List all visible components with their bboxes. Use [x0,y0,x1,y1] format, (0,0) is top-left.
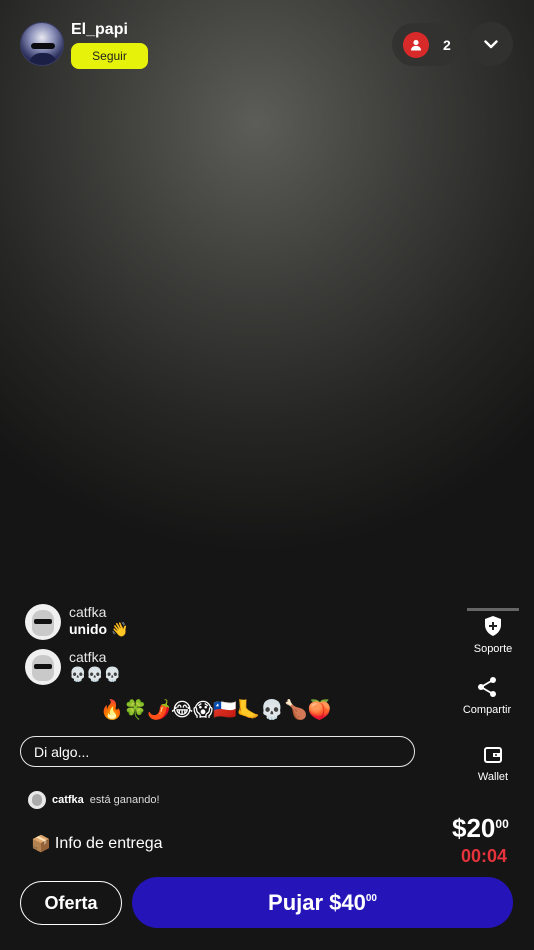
chat-avatar[interactable] [25,649,61,685]
offer-button[interactable]: Oferta [20,881,122,925]
price-cents: 00 [495,817,509,831]
viewer-count: 2 [443,36,451,53]
chat-text: 💀💀💀 [69,666,122,682]
chat-username[interactable]: catfka [69,649,121,665]
package-icon: 📦 [31,834,51,853]
share-label: Compartir [462,704,512,716]
winning-bidder: catfka está ganando! [28,791,160,809]
viewers-pill[interactable]: 2 [392,23,460,66]
divider [467,608,519,611]
chat-message: catfka unido 👋 [25,604,128,640]
follow-button[interactable]: Seguir [71,43,148,69]
auction-timer: 00:04 [461,846,508,866]
winner-avatar [28,791,46,809]
chat-avatar[interactable] [25,604,61,640]
chat-text: unido 👋 [69,621,129,637]
avatar-shades [31,43,55,49]
wallet-icon [484,747,502,763]
chat-input[interactable] [20,736,415,767]
wallet-button[interactable]: Wallet [461,745,525,783]
bid-label: Pujar $40 [268,889,366,915]
collapse-button[interactable] [469,22,513,66]
delivery-info-label: Info de entrega [54,834,163,852]
share-icon [478,677,496,697]
chat-username[interactable]: catfka [69,604,128,620]
chevron-down-icon [484,39,498,48]
viewer-user-icon [403,31,429,58]
price-main: $20 [452,813,496,843]
support-button[interactable]: Soporte [461,608,525,655]
host-name[interactable]: El_papi [71,21,128,39]
wallet-label: Wallet [477,771,509,783]
support-label: Soporte [473,643,513,655]
delivery-info-link[interactable]: 📦 Info de entrega [31,834,163,853]
current-price: $20 00 [452,813,509,844]
share-button[interactable]: Compartir [455,676,519,716]
avatar-body [29,53,57,65]
chat-message: catfka 💀💀💀 [25,649,121,685]
bid-cents: 00 [365,893,377,904]
winner-status: está ganando! [89,794,160,806]
bid-button[interactable]: Pujar $40 00 [132,877,513,928]
reaction-emoji-bar[interactable]: 🔥🍀🌶️😂😱🇨🇱🦶💀🍗🍑 [100,698,331,721]
host-avatar[interactable] [20,22,64,66]
shield-plus-icon [485,616,501,636]
winner-username: catfka [52,794,84,806]
